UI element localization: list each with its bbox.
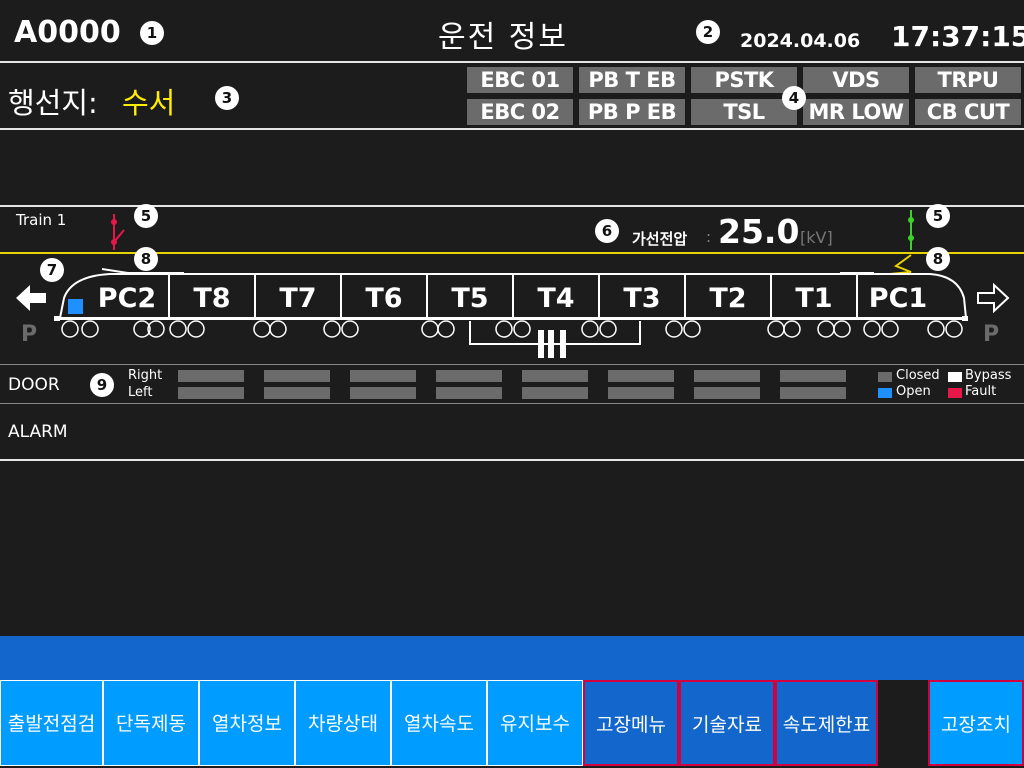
callout-9: 9	[90, 373, 114, 397]
car-t5[interactable]: T5	[428, 280, 512, 318]
menu-independent-brake[interactable]: 단독제동	[103, 680, 199, 766]
legend-fault-swatch	[948, 388, 962, 398]
door-top-line	[0, 364, 1024, 365]
menu-maintenance[interactable]: 유지보수	[487, 680, 583, 766]
legend-closed: Closed	[896, 368, 940, 383]
door-right-indicator	[350, 370, 416, 382]
door-left-indicator	[436, 387, 502, 399]
indicator-cb-cut: CB CUT	[915, 99, 1021, 125]
indicator-divider	[0, 128, 1024, 130]
train-id: A0000	[14, 15, 121, 50]
indicator-pb-t-eb: PB T EB	[579, 67, 685, 93]
destination-value: 수서	[122, 86, 176, 120]
legend-open: Open	[896, 384, 931, 399]
door-right-indicator	[436, 370, 502, 382]
alarm-bottom-line	[0, 459, 1024, 461]
indicator-ebc02: EBC 02	[467, 99, 573, 125]
car-t2[interactable]: T2	[686, 280, 770, 318]
legend-bypass: Bypass	[965, 368, 1012, 383]
car-t1[interactable]: T1	[772, 280, 856, 318]
indicator-vds: VDS	[803, 67, 909, 93]
door-right-indicator	[178, 370, 244, 382]
door-left-label: Left	[128, 385, 153, 400]
alarm-top-line	[0, 403, 1024, 404]
door-right-indicator	[264, 370, 330, 382]
car-t4[interactable]: T4	[514, 280, 598, 318]
indicator-pb-p-eb: PB P EB	[579, 99, 685, 125]
callout-3: 3	[215, 86, 239, 110]
car-pc2[interactable]: PC2	[86, 280, 168, 318]
door-right-indicator	[694, 370, 760, 382]
door-left-indicator	[522, 387, 588, 399]
door-left-indicator	[264, 387, 330, 399]
menu-fault-menu[interactable]: 고장메뉴	[583, 680, 679, 766]
date: 2024.04.06	[740, 30, 861, 52]
door-left-indicator	[350, 387, 416, 399]
park-right: P	[983, 322, 1000, 347]
destination-label: 행선지:	[8, 86, 98, 120]
right-arrow-outline-icon	[977, 283, 1010, 313]
menu-empty-slot	[878, 680, 928, 768]
page-title: 운전 정보	[438, 20, 568, 55]
legend-bypass-swatch	[948, 372, 962, 382]
car-t7[interactable]: T7	[256, 280, 340, 318]
callout-1: 1	[140, 21, 164, 45]
clock: 17:37:15	[891, 20, 1024, 53]
door-left-indicator	[780, 387, 846, 399]
indicator-pstk: PSTK	[691, 67, 797, 93]
park-left: P	[21, 322, 38, 347]
message-bar	[0, 636, 1024, 680]
left-arrow-filled-icon	[16, 285, 46, 311]
legend-fault: Fault	[965, 384, 997, 399]
callout-2: 2	[696, 20, 720, 44]
door-right-indicator	[780, 370, 846, 382]
callout-4: 4	[782, 86, 806, 110]
wheels	[61, 320, 963, 338]
car-t8[interactable]: T8	[170, 280, 254, 318]
alarm-label: ALARM	[8, 422, 68, 442]
indicator-tsl: TSL	[691, 99, 797, 125]
indicator-mr-low: MR LOW	[803, 99, 909, 125]
menu-vehicle-status[interactable]: 차량상태	[295, 680, 391, 766]
indicator-ebc01: EBC 01	[467, 67, 573, 93]
indicator-trpu: TRPU	[915, 67, 1021, 93]
menu-technical-data[interactable]: 기술자료	[679, 680, 775, 766]
legend-closed-swatch	[878, 372, 892, 382]
legend-open-swatch	[878, 388, 892, 398]
menu-train-speed[interactable]: 열차속도	[391, 680, 487, 766]
car-t6[interactable]: T6	[342, 280, 426, 318]
door-right-indicator	[608, 370, 674, 382]
car-t3[interactable]: T3	[600, 280, 684, 318]
pantograph-right-icon	[889, 210, 914, 275]
menu-train-info[interactable]: 열차정보	[199, 680, 295, 766]
car-pc1[interactable]: PC1	[858, 280, 938, 318]
header-divider	[0, 61, 1024, 63]
door-left-indicator	[694, 387, 760, 399]
door-right-indicator	[522, 370, 588, 382]
menu-departure-check[interactable]: 출발전점검	[0, 680, 103, 766]
door-left-indicator	[608, 387, 674, 399]
pantograph-left-icon	[111, 214, 125, 250]
menu-speed-limit-table[interactable]: 속도제한표	[775, 680, 878, 766]
menu-fault-action[interactable]: 고장조치	[928, 680, 1024, 766]
door-left-indicator	[178, 387, 244, 399]
open-door-marker	[68, 299, 83, 314]
door-label: DOOR	[8, 375, 60, 395]
door-right-label: Right	[128, 368, 163, 383]
